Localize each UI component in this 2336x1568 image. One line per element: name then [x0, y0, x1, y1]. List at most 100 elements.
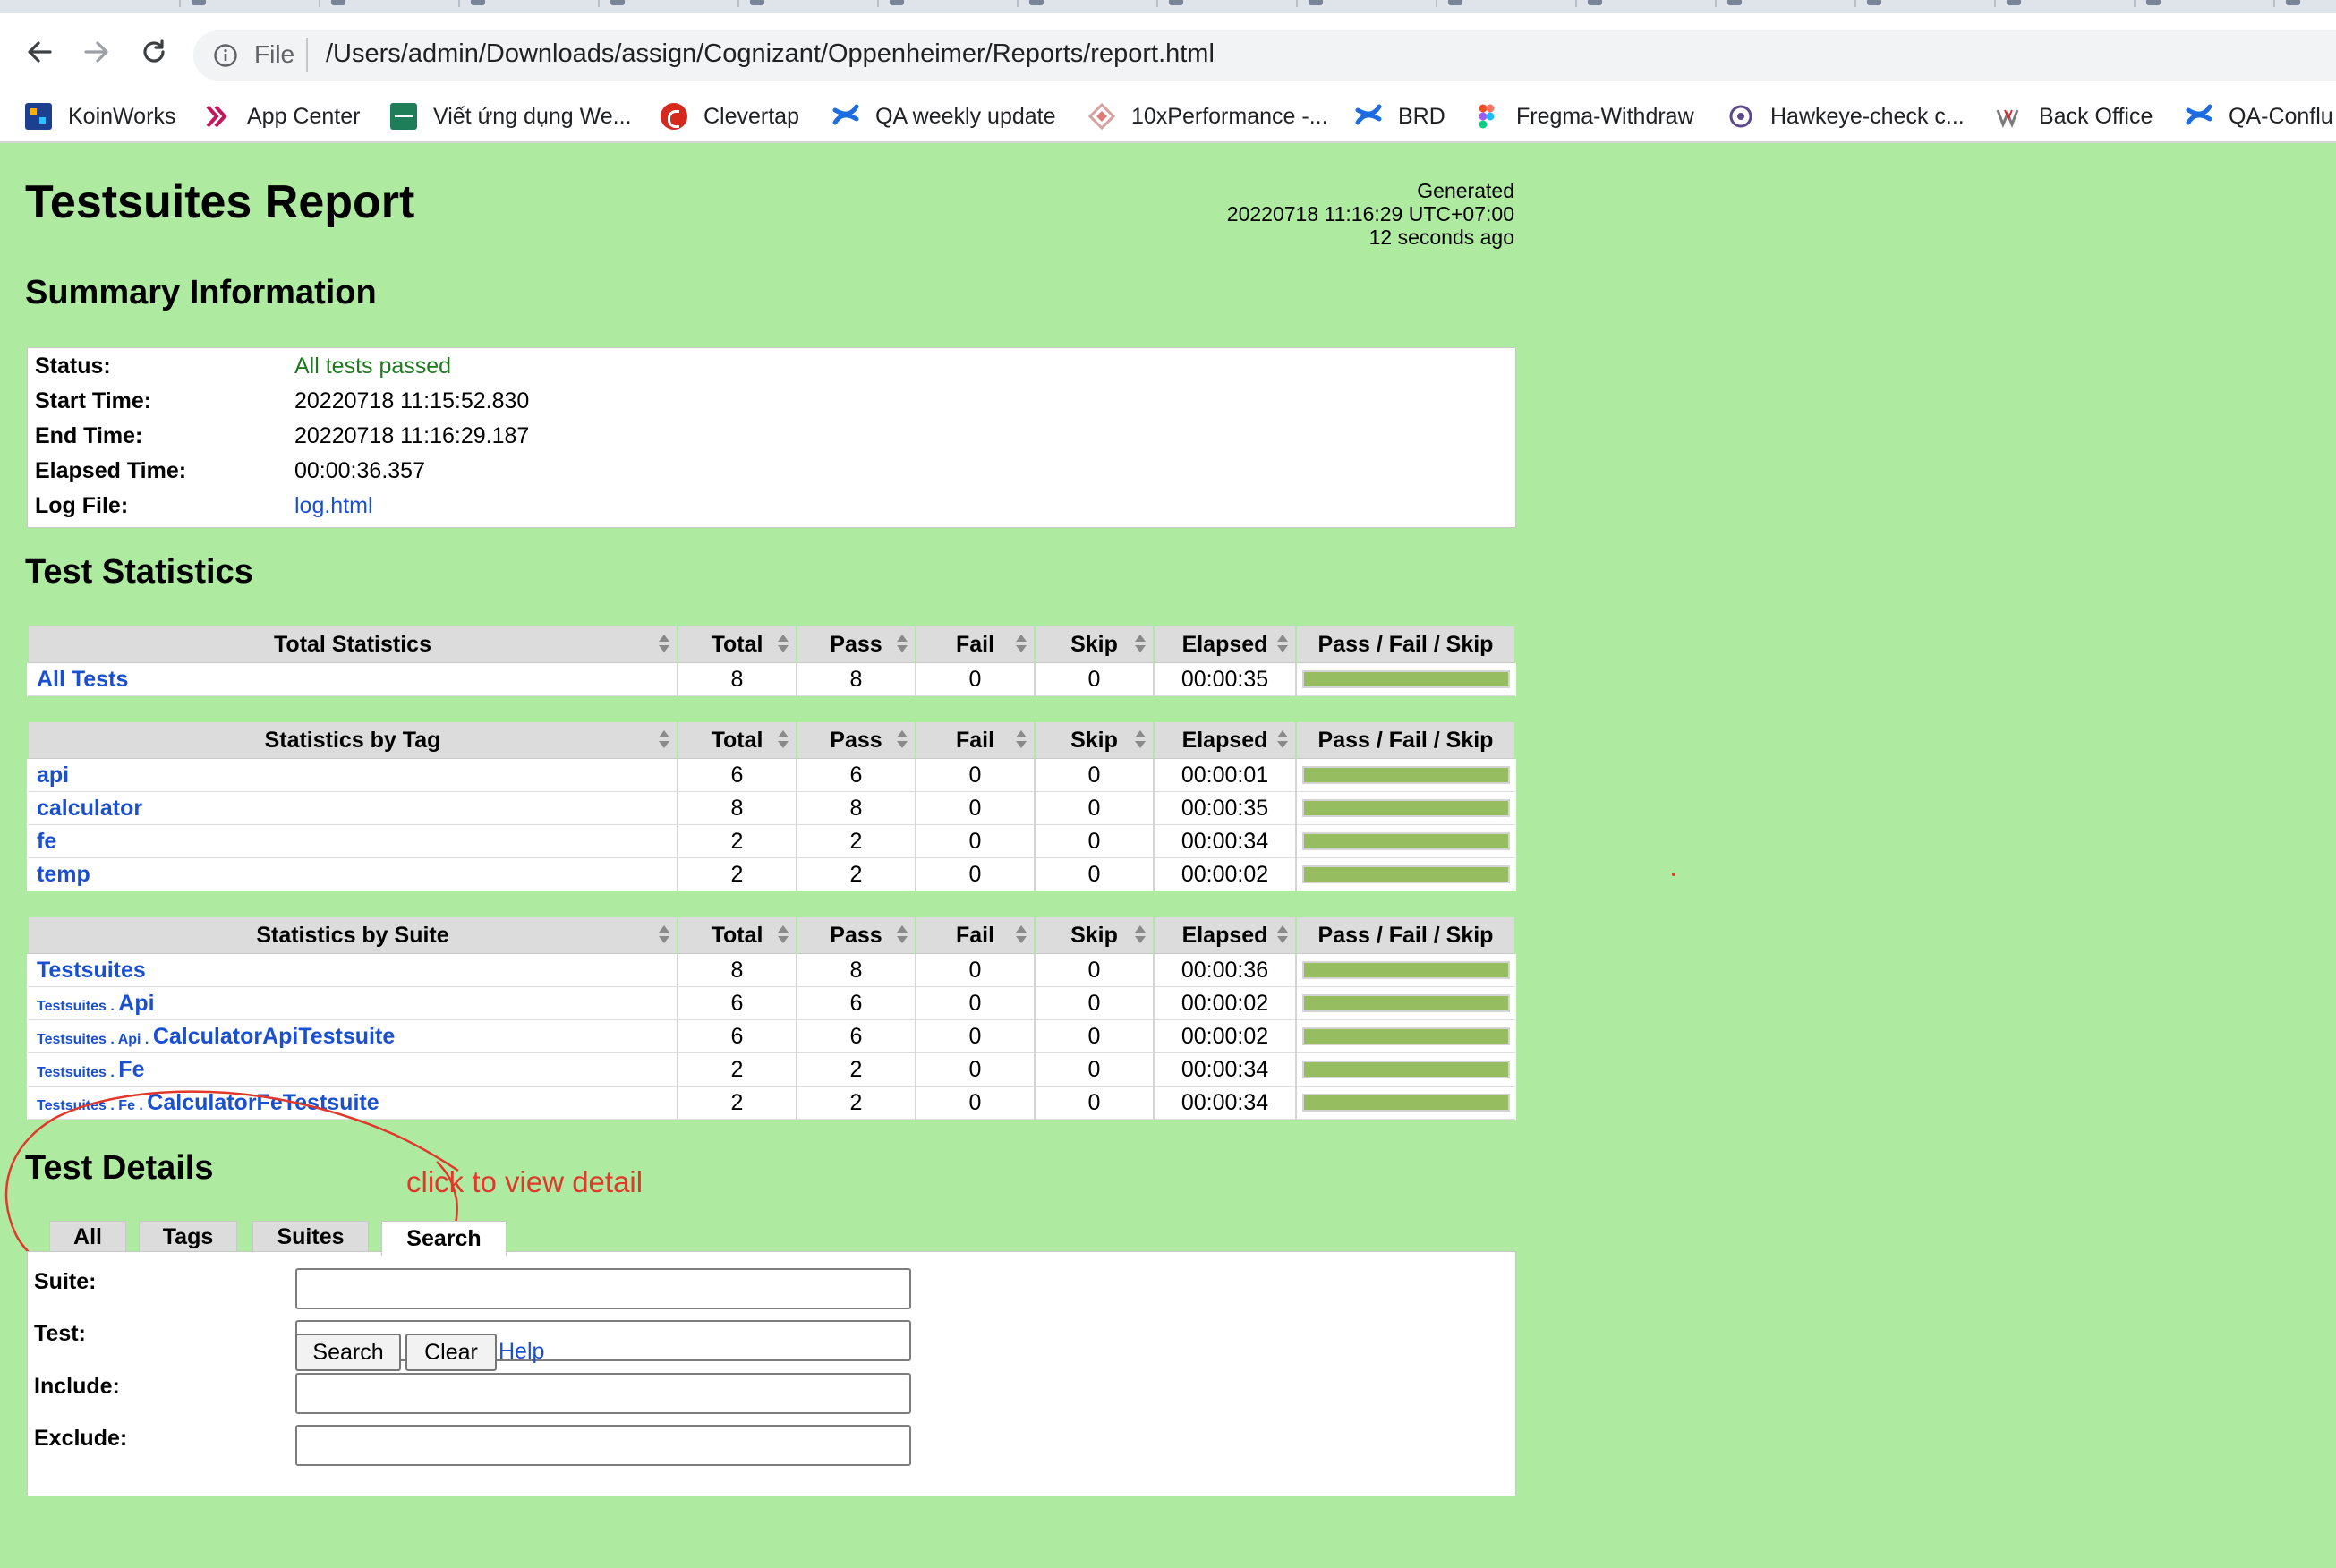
generated-time: 20220718 11:16:29 UTC+07:00 [1226, 202, 1514, 226]
table-row[interactable]: Testsuites . Api 6 6 0 0 00:00:02 [28, 986, 1515, 1020]
stat-skip: 0 [1034, 953, 1154, 987]
help-link[interactable]: Help [499, 1339, 544, 1365]
include-input[interactable] [295, 1373, 911, 1414]
bookmark-clevertap[interactable]: Clevertap [661, 98, 799, 134]
suite-link[interactable]: Testsuites . Api [28, 986, 678, 1020]
tab-suites[interactable]: Suites [252, 1221, 369, 1253]
table-row[interactable]: All Tests 8 8 0 0 00:00:35 [28, 662, 1515, 696]
bookmark-fregma-withdraw[interactable]: Fregma-Withdraw [1473, 98, 1694, 134]
browser-tab[interactable] [1994, 0, 2021, 7]
stat-name-link[interactable]: All Tests [28, 662, 678, 696]
suite-name: Api [118, 990, 155, 1016]
suite-name: CalculatorApiTestsuite [152, 1023, 396, 1049]
table-row[interactable]: Testsuites . Fe 2 2 0 0 00:00:34 [28, 1052, 1515, 1087]
bookmark-10xperformance[interactable]: 10xPerformance -... [1087, 98, 1328, 134]
col-pass-header[interactable]: Pass [796, 916, 916, 954]
reload-button[interactable] [132, 30, 175, 73]
col-elapsed-header[interactable]: Elapsed [1153, 916, 1297, 954]
log-file-link[interactable]: log.html [294, 493, 373, 519]
browser-tab[interactable] [1854, 0, 1881, 7]
browser-tab[interactable] [2134, 0, 2161, 7]
col-graph-header: Pass / Fail / Skip [1295, 916, 1516, 954]
col-fail-header[interactable]: Fail [915, 625, 1036, 663]
stat-fail: 0 [915, 953, 1035, 987]
tag-link[interactable]: fe [28, 824, 678, 858]
col-total-header[interactable]: Total [677, 916, 797, 954]
sort-icon [1135, 635, 1146, 654]
browser-tab[interactable] [1715, 0, 1742, 7]
browser-tab[interactable] [877, 0, 904, 7]
table-row[interactable]: calculator 8 8 0 0 00:00:35 [28, 791, 1515, 825]
bookmark-back-office[interactable]: Back Office [1996, 98, 2153, 134]
suite-link[interactable]: Testsuites . Fe [28, 1052, 678, 1087]
browser-tab[interactable] [737, 0, 764, 7]
stat-total: 6 [677, 1019, 797, 1053]
table-row[interactable]: api 6 6 0 0 00:00:01 [28, 758, 1515, 792]
tag-link[interactable]: api [28, 758, 678, 792]
bookmark-qa-confluence[interactable]: QA-Conflu [2186, 98, 2333, 134]
suite-link[interactable]: Testsuites . Api . CalculatorApiTestsuit… [28, 1019, 678, 1053]
tab-tags[interactable]: Tags [139, 1221, 237, 1253]
browser-tab[interactable] [598, 0, 625, 7]
col-total-header[interactable]: Total [677, 720, 797, 759]
col-skip-header[interactable]: Skip [1034, 625, 1155, 663]
address-bar[interactable]: File /Users/admin/Downloads/assign/Cogni… [193, 30, 2336, 81]
stat-skip: 0 [1034, 662, 1154, 696]
pass-fail-skip-graph [1295, 1019, 1515, 1053]
col-total-header[interactable]: Total [677, 625, 797, 663]
browser-tab[interactable] [1156, 0, 1183, 7]
suite-input[interactable] [295, 1268, 911, 1309]
bookmark-brd[interactable]: BRD [1355, 98, 1445, 134]
report-page: Testsuites Report Generated 20220718 11:… [0, 143, 2336, 1568]
sort-icon [778, 730, 789, 750]
clevertap-icon [661, 103, 687, 130]
browser-tab[interactable] [1017, 0, 1044, 7]
bookmark-hawkeye-check[interactable]: Hawkeye-check c... [1727, 98, 1965, 134]
bookmark-app-center[interactable]: App Center [204, 98, 360, 134]
col-name-header[interactable]: Statistics by Suite [27, 916, 678, 954]
col-name-header[interactable]: Statistics by Tag [27, 720, 678, 759]
col-pass-header[interactable]: Pass [796, 720, 916, 759]
col-fail-header[interactable]: Fail [915, 720, 1036, 759]
tab-search[interactable]: Search [381, 1221, 507, 1256]
col-elapsed-header[interactable]: Elapsed [1153, 625, 1297, 663]
table-row[interactable]: Testsuites 8 8 0 0 00:00:36 [28, 953, 1515, 987]
tag-link[interactable]: calculator [28, 791, 678, 825]
tag-link[interactable]: temp [28, 857, 678, 891]
exclude-input[interactable] [295, 1425, 911, 1466]
browser-tab[interactable] [319, 0, 345, 7]
suite-link[interactable]: Testsuites [28, 953, 678, 987]
summary-panel: Status: All tests passed Start Time: 202… [27, 347, 1516, 528]
col-elapsed-header[interactable]: Elapsed [1153, 720, 1297, 759]
clear-button[interactable]: Clear [405, 1334, 497, 1371]
browser-tab[interactable] [2273, 0, 2300, 7]
table-row[interactable]: Testsuites . Api . CalculatorApiTestsuit… [28, 1019, 1515, 1053]
browser-tab[interactable] [1296, 0, 1323, 7]
search-button[interactable]: Search [295, 1334, 401, 1371]
col-pass-header[interactable]: Pass [796, 625, 916, 663]
col-skip-header[interactable]: Skip [1034, 720, 1155, 759]
forward-button[interactable] [75, 30, 118, 73]
bookmark-koinworks[interactable]: KoinWorks [25, 98, 175, 134]
table-row[interactable]: fe 2 2 0 0 00:00:34 [28, 824, 1515, 858]
stat-total: 8 [677, 953, 797, 987]
col-skip-header[interactable]: Skip [1034, 916, 1155, 954]
browser-tab[interactable] [458, 0, 485, 7]
url-text[interactable]: /Users/admin/Downloads/assign/Cognizant/… [326, 39, 1215, 69]
stat-fail: 0 [915, 857, 1035, 891]
bookmark-qa-weekly-update[interactable]: QA weekly update [832, 98, 1056, 134]
tab-all[interactable]: All [49, 1221, 126, 1253]
sort-icon [1135, 730, 1146, 750]
browser-tab[interactable] [179, 0, 206, 7]
browser-tab[interactable] [1575, 0, 1602, 7]
sort-icon [1277, 925, 1288, 945]
col-fail-header[interactable]: Fail [915, 916, 1036, 954]
browser-tab[interactable] [1436, 0, 1462, 7]
stat-pass: 6 [796, 1019, 916, 1053]
bookmark-viet-ung-dung[interactable]: Viết ứng dụng We... [390, 98, 632, 134]
col-name-header[interactable]: Total Statistics [27, 625, 678, 663]
info-icon[interactable] [213, 43, 238, 68]
sort-icon [778, 925, 789, 945]
table-row[interactable]: temp 2 2 0 0 00:00:02 [28, 857, 1515, 891]
back-button[interactable] [18, 30, 61, 73]
